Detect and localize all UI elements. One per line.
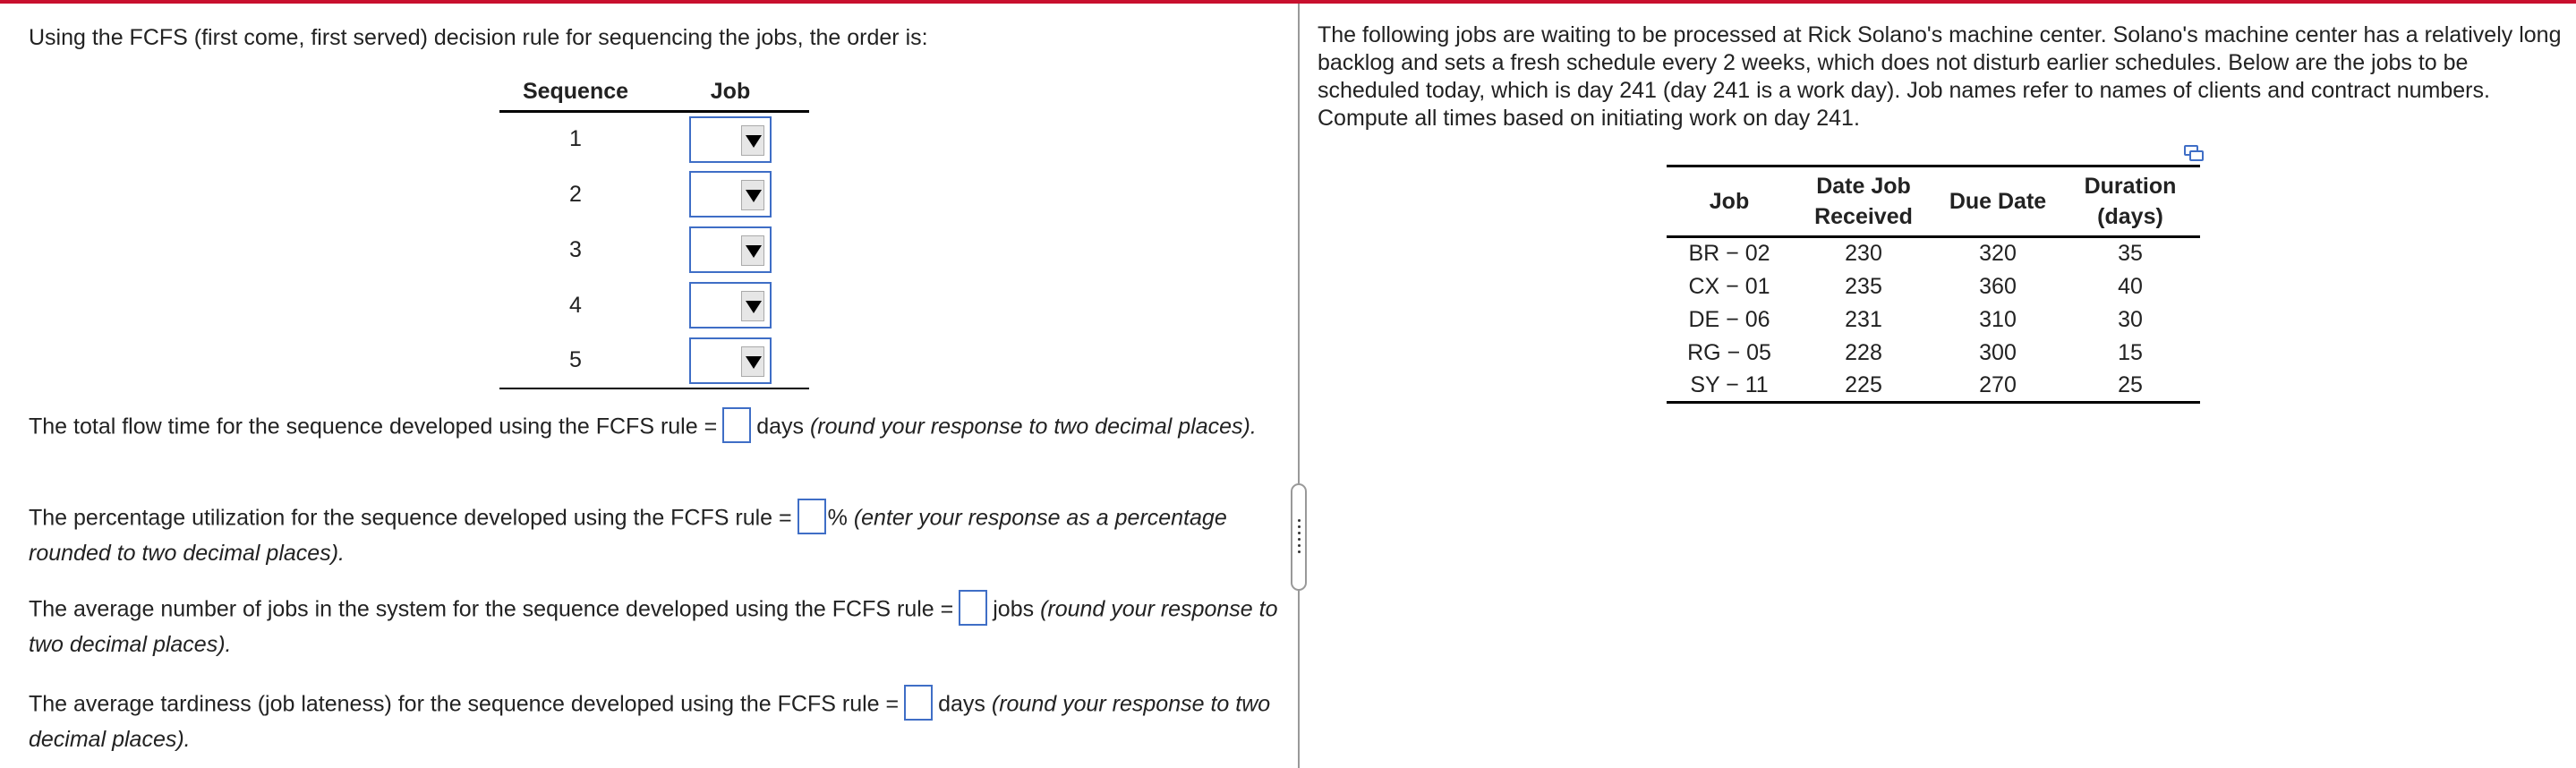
avg-tardiness-question: The average tardiness (job lateness) for… — [29, 685, 1291, 756]
job-select-dropdown[interactable] — [689, 226, 772, 273]
table-row: 1 — [499, 111, 809, 166]
header-date-received: Date Job Received — [1792, 165, 1935, 238]
sequence-number: 2 — [569, 181, 582, 207]
dropdown-arrow-icon[interactable] — [741, 291, 764, 321]
avg-jobs-question: The average number of jobs in the system… — [29, 590, 1291, 661]
avg-tardiness-input[interactable] — [904, 685, 934, 721]
due-date: 360 — [1979, 273, 2017, 299]
job-select-dropdown[interactable] — [689, 337, 772, 384]
due-date: 300 — [1979, 339, 2017, 365]
job-select-cell — [652, 277, 809, 333]
question-text: The total flow time for the sequence dev… — [29, 414, 718, 439]
date-received: 225 — [1792, 369, 1935, 404]
total-flow-time-question: The total flow time for the sequence dev… — [29, 407, 1291, 446]
dropdown-arrow-icon[interactable] — [741, 124, 764, 156]
table-row: BR − 02 230 320 35 — [1667, 237, 2200, 270]
due-date: 320 — [1979, 241, 2017, 267]
question-text: The percentage utilization for the seque… — [29, 505, 792, 531]
job-name: RG − 05 — [1687, 339, 1771, 365]
job-select-cell — [652, 166, 809, 222]
table-row: 5 — [499, 333, 809, 389]
table-row: RG − 05 228 300 15 — [1667, 337, 2200, 370]
total-flow-time-input[interactable] — [722, 407, 752, 443]
job-select-cell — [652, 333, 809, 389]
duration: 30 — [2118, 306, 2143, 332]
job-name: SY − 11 — [1667, 369, 1792, 404]
due-date: 310 — [1979, 306, 2017, 332]
utilization-question: The percentage utilization for the seque… — [29, 499, 1291, 570]
problem-description: The following jobs are waiting to be pro… — [1318, 22, 2562, 131]
job-select-cell — [652, 111, 809, 166]
duration: 35 — [2118, 241, 2143, 267]
duration: 15 — [2118, 339, 2143, 365]
sequence-number: 5 — [499, 333, 652, 389]
dropdown-arrow-icon[interactable] — [741, 346, 764, 377]
due-date: 270 — [1935, 369, 2060, 404]
panel-divider — [1298, 4, 1300, 768]
table-row: 4 — [499, 277, 809, 333]
job-name: BR − 02 — [1688, 241, 1770, 267]
job-name: CX − 01 — [1688, 273, 1770, 299]
question-text: The average tardiness (job lateness) for… — [29, 691, 900, 717]
question-text: The average number of jobs in the system… — [29, 596, 954, 622]
question-panel: Using the FCFS (first come, first served… — [0, 4, 1291, 768]
rounding-note: (round your response to two decimal plac… — [809, 414, 1257, 439]
header-job: Job — [652, 73, 809, 113]
date-received: 235 — [1845, 273, 1882, 299]
sequence-number: 3 — [569, 236, 582, 262]
header-due-date: Due Date — [1935, 165, 2060, 238]
header-job: Job — [1667, 165, 1792, 238]
unit-label: days — [756, 414, 804, 439]
avg-jobs-input[interactable] — [959, 590, 988, 626]
table-row: 3 — [499, 222, 809, 277]
panel-resize-handle[interactable] — [1291, 483, 1307, 591]
unit-label: days — [938, 691, 985, 717]
job-select-dropdown[interactable] — [689, 282, 772, 329]
intro-text: Using the FCFS (first come, first served… — [29, 25, 928, 50]
dropdown-arrow-icon[interactable] — [741, 235, 764, 266]
date-received: 230 — [1845, 241, 1882, 267]
sequence-table: Sequence Job 1 2 3 4 5 — [499, 73, 809, 389]
table-row: DE − 06 231 310 30 — [1667, 303, 2200, 337]
table-row: 2 — [499, 166, 809, 222]
header-sequence: Sequence — [499, 73, 652, 113]
duration: 40 — [2118, 273, 2143, 299]
job-select-dropdown[interactable] — [689, 115, 772, 163]
dropdown-arrow-icon[interactable] — [741, 180, 764, 210]
sequence-number: 1 — [569, 126, 582, 152]
job-select-dropdown[interactable] — [689, 171, 772, 218]
duration: 25 — [2060, 369, 2200, 404]
table-row: SY − 11 225 270 25 — [1667, 369, 2200, 404]
table-row: CX − 01 235 360 40 — [1667, 270, 2200, 303]
sequence-number: 4 — [569, 292, 582, 318]
jobs-table: Job Date Job Received Due Date Duration … — [1667, 165, 2200, 404]
unit-label: % — [827, 505, 848, 531]
header-duration: Duration (days) — [2060, 165, 2200, 238]
copy-icon[interactable] — [2184, 145, 2204, 161]
utilization-input[interactable] — [797, 499, 826, 534]
grip-dots-icon — [1298, 519, 1301, 557]
date-received: 231 — [1845, 306, 1882, 332]
unit-label: jobs — [993, 596, 1035, 622]
date-received: 228 — [1845, 339, 1882, 365]
job-name: DE − 06 — [1688, 306, 1770, 332]
job-select-cell — [652, 222, 809, 277]
